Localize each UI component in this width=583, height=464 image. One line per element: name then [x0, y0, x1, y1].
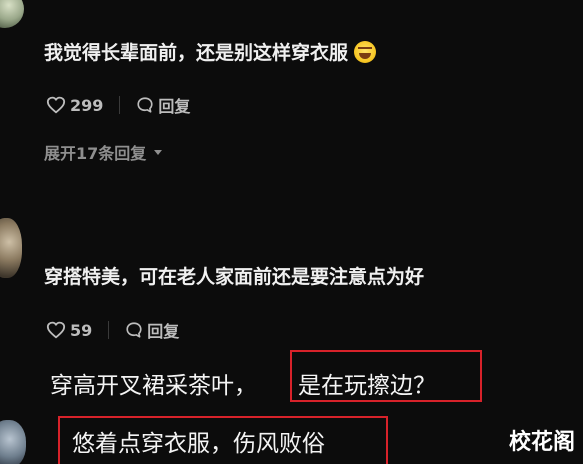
- comment-actions: 299 回复: [46, 93, 190, 117]
- speech-bubble-icon: [126, 322, 142, 338]
- watermark: 校花阁: [508, 430, 575, 455]
- comment-feed: 我觉得长辈面前，还是别这样穿衣服 299 回复 展开17条回复 穿搭特美，可在老…: [0, 0, 583, 464]
- divider: [119, 96, 121, 114]
- comment-text: 穿搭特美，可在老人家面前还是要注意点为好: [44, 266, 425, 288]
- speech-bubble-icon: [137, 97, 153, 113]
- like-button[interactable]: 299: [46, 96, 103, 115]
- avatar[interactable]: [0, 0, 24, 28]
- comment-actions: 59 回复: [46, 318, 179, 342]
- reply-button[interactable]: 回复: [125, 318, 179, 342]
- reply-label: 回复: [158, 97, 191, 116]
- avatar[interactable]: [0, 420, 26, 464]
- highlighted-caption-text: 是在玩擦边？: [298, 373, 436, 399]
- caption-overlay-text: 穿高开叉裙采茶叶，: [50, 373, 257, 399]
- like-count: 299: [70, 95, 104, 115]
- heart-outline-icon: [46, 96, 66, 114]
- heart-outline-icon: [46, 321, 66, 339]
- like-count: 59: [70, 320, 93, 340]
- highlighted-caption-text: 悠着点穿衣服，伤风败俗: [72, 431, 325, 457]
- divider: [108, 321, 110, 339]
- reply-button[interactable]: 回复: [136, 93, 190, 117]
- laughing-tears-emoji-icon: [354, 40, 377, 63]
- avatar[interactable]: [0, 218, 22, 278]
- like-button[interactable]: 59: [46, 321, 92, 340]
- reply-label: 回复: [147, 322, 180, 341]
- expand-replies-button[interactable]: 展开17条回复: [44, 140, 163, 164]
- comment-text: 我觉得长辈面前，还是别这样穿衣服: [44, 38, 377, 65]
- chevron-down-icon: [154, 149, 163, 155]
